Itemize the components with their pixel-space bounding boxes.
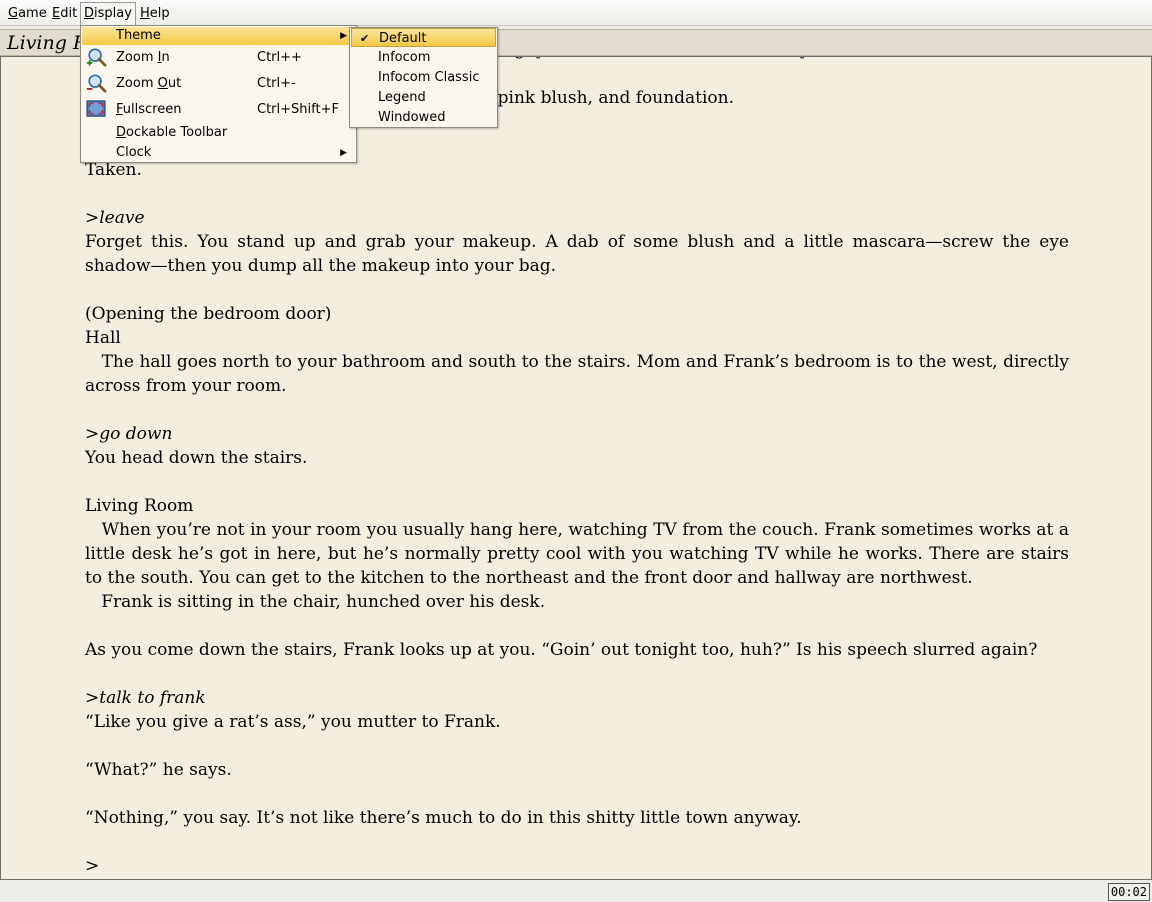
theme-option-label: Windowed	[378, 110, 446, 125]
story-paragraph: The hall goes north to your bathroom and…	[85, 352, 1075, 396]
menu-item-dockable-toolbar[interactable]: Dockable Toolbar	[82, 123, 355, 143]
story-line: You head down the stairs.	[85, 448, 308, 468]
zoom-out-label-key: O	[157, 76, 168, 91]
story-command-text: go down	[99, 424, 173, 444]
menu-edit-label: dit	[60, 6, 78, 21]
menu-item-zoom-out-label: Zoom Out	[116, 71, 181, 97]
theme-option-infocom[interactable]: Infocom	[351, 48, 496, 68]
menu-item-theme[interactable]: Theme ▶	[82, 27, 355, 45]
zoom-out-icon	[86, 74, 107, 93]
theme-option-label: Infocom Classic	[378, 70, 480, 85]
menu-help-label: elp	[149, 6, 170, 21]
zoom-in-label-post: n	[161, 50, 170, 65]
fullscreen-label-key: F	[116, 102, 123, 117]
menu-display[interactable]: Display	[80, 2, 136, 25]
story-line: “Like you give a rat’s ass,” you mutter …	[85, 712, 501, 732]
submenu-arrow-icon: ▶	[340, 148, 347, 158]
dockable-label-key: D	[116, 125, 127, 140]
menu-item-clock-label: Clock	[116, 145, 152, 160]
story-blank-line	[85, 278, 1069, 302]
theme-submenu: ✔ Default Infocom Infocom Classic Legend…	[349, 27, 498, 128]
zoom-in-icon	[86, 48, 107, 67]
theme-option-default[interactable]: ✔ Default	[351, 28, 496, 47]
submenu-arrow-icon: ▶	[340, 31, 347, 41]
story-command-text: leave	[99, 208, 145, 228]
zoom-out-label-post: ut	[167, 76, 182, 91]
story-line: As you come down the stairs, Frank looks…	[85, 640, 1038, 660]
theme-option-label: Legend	[378, 90, 426, 105]
menu-item-dockable-label: Dockable Toolbar	[116, 123, 227, 143]
menu-game-key: G	[8, 6, 19, 21]
theme-option-infocom-classic[interactable]: Infocom Classic	[351, 68, 496, 88]
menu-help-key: H	[140, 6, 150, 21]
theme-option-legend[interactable]: Legend	[351, 88, 496, 108]
story-line: Frank is sitting in the chair, hunched o…	[85, 592, 546, 612]
menu-item-theme-label: Theme	[116, 28, 161, 43]
menu-item-fullscreen[interactable]: Fullscreen Ctrl+Shift+F	[82, 97, 355, 123]
story-blank-line	[85, 734, 1069, 758]
menu-display-key: D	[84, 6, 95, 21]
menu-help[interactable]: Help	[137, 4, 173, 24]
story-blank-line	[85, 470, 1069, 494]
fullscreen-icon	[86, 100, 106, 117]
display-dropdown-menu: Theme ▶ Zoom In Ctrl++ Zoom Out Ctrl+- F…	[80, 25, 357, 163]
story-paragraph: Forget this. You stand up and grab your …	[85, 232, 1075, 276]
story-command-text: talk to frank	[99, 688, 206, 708]
story-line: Hall	[85, 328, 121, 348]
story-line: (Opening the bedroom door)	[85, 304, 332, 324]
theme-option-label: Default	[379, 31, 427, 46]
menu-item-fullscreen-label: Fullscreen	[116, 97, 181, 123]
story-blank-line	[85, 182, 1069, 206]
zoom-in-shortcut: Ctrl++	[257, 50, 302, 65]
menu-edit[interactable]: Edit	[49, 4, 80, 24]
menu-item-zoom-in[interactable]: Zoom In Ctrl++	[82, 45, 355, 71]
clock-display: 00:02	[1107, 883, 1150, 901]
story-window[interactable]: Before you can decide whether to change …	[0, 56, 1152, 880]
menu-game-label: ame	[18, 6, 47, 21]
theme-option-label: Infocom	[378, 50, 431, 65]
menu-item-zoom-in-label: Zoom In	[116, 45, 170, 71]
zoom-in-label-pre: Zoom	[116, 50, 158, 65]
story-command: >go down	[85, 424, 173, 444]
story-command: >leave	[85, 208, 145, 228]
story-line: >	[85, 856, 100, 876]
checkmark-icon: ✔	[360, 32, 370, 45]
fullscreen-label-post: ullscreen	[122, 102, 182, 117]
menu-game[interactable]: Game	[5, 4, 50, 24]
story-blank-line	[85, 398, 1069, 422]
story-command: >talk to frank	[85, 688, 206, 708]
zoom-out-label-pre: Zoom	[116, 76, 158, 91]
dockable-label-post: ockable Toolbar	[126, 125, 228, 140]
story-paragraph: When you’re not in your room you usually…	[85, 520, 1075, 588]
story-line: “Nothing,” you say. It’s not like there’…	[85, 808, 802, 828]
story-line: “What?” he says.	[85, 760, 232, 780]
story-line: Living Room	[85, 496, 194, 516]
story-blank-line	[85, 830, 1069, 854]
story-blank-line	[85, 782, 1069, 806]
bottom-bar: 00:02	[0, 880, 1152, 902]
menu-item-clock[interactable]: Clock ▶	[82, 143, 355, 163]
story-blank-line	[85, 614, 1069, 638]
theme-option-windowed[interactable]: Windowed	[351, 108, 496, 128]
story-text: Before you can decide whether to change …	[85, 57, 1075, 878]
story-blank-line	[85, 662, 1069, 686]
menu-item-zoom-out[interactable]: Zoom Out Ctrl+-	[82, 71, 355, 97]
menu-edit-key: E	[52, 6, 61, 21]
menu-bar: Game Edit Display Help	[0, 0, 1152, 26]
fullscreen-shortcut: Ctrl+Shift+F	[257, 102, 339, 117]
zoom-out-shortcut: Ctrl+-	[257, 76, 296, 91]
menu-display-label: isplay	[94, 6, 132, 21]
